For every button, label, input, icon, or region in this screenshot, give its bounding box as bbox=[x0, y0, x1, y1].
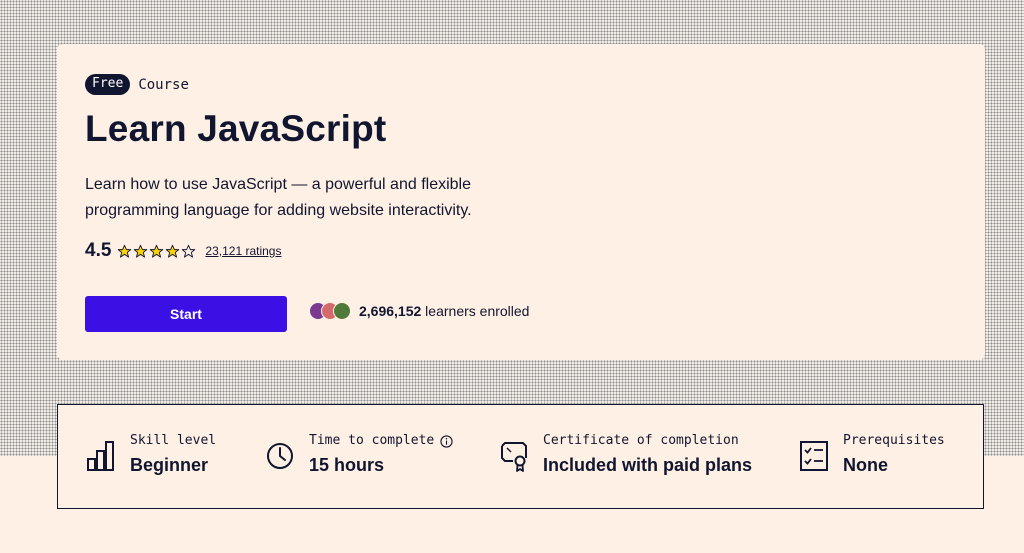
star-empty-icon bbox=[182, 244, 196, 258]
ratings-link[interactable]: 23,121 ratings bbox=[205, 244, 281, 258]
rating-stars bbox=[117, 244, 197, 259]
bar-chart-icon bbox=[87, 441, 114, 471]
start-button[interactable]: Start bbox=[85, 296, 287, 332]
stat-value: None bbox=[843, 455, 888, 475]
rating-value: 4.5 bbox=[85, 240, 112, 261]
clock-icon bbox=[267, 443, 293, 469]
page-title: Learn JavaScript bbox=[85, 108, 387, 149]
stat-label: Certificate of completion bbox=[543, 433, 739, 448]
learners-suffix: learners enrolled bbox=[421, 303, 530, 319]
stat-prerequisites: Prerequisites None bbox=[799, 433, 945, 476]
avatar bbox=[333, 302, 351, 320]
star-full-icon bbox=[118, 244, 132, 258]
star-full-icon bbox=[134, 244, 148, 258]
star-full-icon bbox=[150, 244, 164, 258]
stat-skill-level: Skill level Beginner bbox=[86, 433, 216, 476]
rating-row: 4.5 23,121 ratings bbox=[85, 240, 281, 262]
course-type-label: Course bbox=[138, 76, 189, 93]
stat-label: Skill level bbox=[130, 433, 217, 448]
learners-enrolled: 2,696,152 learners enrolled bbox=[309, 302, 529, 320]
stat-time-to-complete: Time to complete 15 hours bbox=[265, 433, 453, 476]
learners-count: 2,696,152 bbox=[359, 303, 422, 319]
stat-value: Beginner bbox=[130, 455, 209, 475]
info-icon[interactable] bbox=[440, 434, 453, 448]
course-type-row: Free Course bbox=[85, 74, 189, 95]
stat-certificate: Certificate of completion Included with … bbox=[499, 433, 752, 476]
learner-avatars bbox=[309, 302, 351, 320]
stat-label: Prerequisites bbox=[843, 433, 945, 448]
star-full-icon bbox=[166, 244, 180, 258]
certificate-icon bbox=[501, 442, 527, 472]
stat-value: 15 hours bbox=[309, 455, 385, 475]
free-badge: Free bbox=[85, 74, 131, 95]
stat-label: Time to complete bbox=[309, 433, 435, 448]
checklist-icon bbox=[800, 441, 828, 471]
course-description: Learn how to use JavaScript — a powerful… bbox=[85, 176, 472, 219]
stat-value: Included with paid plans bbox=[543, 455, 753, 475]
learners-text: 2,696,152 learners enrolled bbox=[359, 303, 529, 319]
course-hero-card: Free Course Learn JavaScript Learn how t… bbox=[57, 44, 985, 360]
course-stats-bar: Skill level Beginner Time to complete 15… bbox=[57, 404, 984, 509]
